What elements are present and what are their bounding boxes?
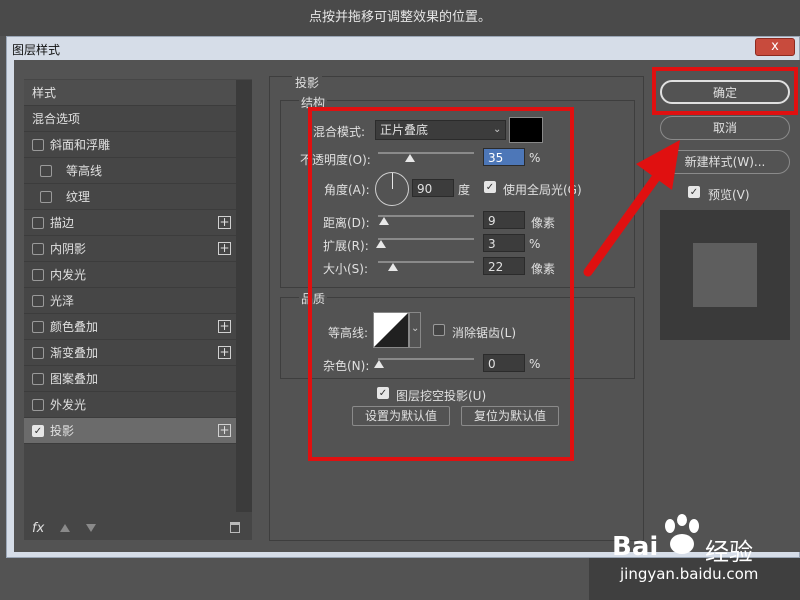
style-item-drop-shadow[interactable]: 投影 [24, 418, 236, 444]
move-up-icon[interactable] [60, 524, 70, 532]
style-item-label: 等高线 [66, 164, 103, 178]
move-down-icon[interactable] [86, 524, 96, 532]
watermark-brand2: 经验 [705, 538, 753, 566]
close-button[interactable]: x [755, 38, 795, 56]
style-item-stroke[interactable]: 描边 [24, 210, 236, 236]
preview-label: 预览(V) [708, 188, 750, 202]
style-item-label: 斜面和浮雕 [50, 138, 111, 152]
stroke-checkbox[interactable] [32, 217, 44, 229]
style-item-label: 描边 [50, 216, 75, 230]
inner-shadow-checkbox[interactable] [32, 243, 44, 255]
outer-glow-checkbox[interactable] [32, 399, 44, 411]
highlight-box-settings [308, 107, 574, 461]
style-item-texture[interactable]: 纹理 [24, 184, 236, 210]
styles-header[interactable]: 样式 [24, 80, 236, 106]
style-item-label: 光泽 [50, 294, 75, 308]
style-item-inner-glow[interactable]: 内发光 [24, 262, 236, 288]
panel-title: 投影 [292, 74, 323, 91]
paw-logo-icon [665, 514, 699, 554]
add-drop-shadow-icon[interactable]: + [218, 424, 231, 437]
style-item-outer-glow[interactable]: 外发光 [24, 392, 236, 418]
style-item-gradient-overlay[interactable]: 渐变叠加 [24, 340, 236, 366]
dialog-title: 图层样式 [12, 43, 61, 57]
pattern-overlay-checkbox[interactable] [32, 373, 44, 385]
add-gradient-overlay-icon[interactable]: + [218, 346, 231, 359]
blend-options-item[interactable]: 混合选项 [24, 106, 236, 132]
hint-bar: 点按并拖移可调整效果的位置。 [0, 0, 800, 36]
watermark-url: jingyan.baidu.com [620, 565, 759, 583]
trash-icon[interactable] [230, 522, 240, 533]
style-item-label: 纹理 [66, 190, 91, 204]
add-stroke-icon[interactable]: + [218, 216, 231, 229]
style-item-pattern-overlay[interactable]: 图案叠加 [24, 366, 236, 392]
inner-glow-checkbox[interactable] [32, 269, 44, 281]
watermark-brand: Bai [612, 532, 659, 562]
contour-checkbox[interactable] [40, 165, 52, 177]
fx-icon[interactable]: fx [32, 521, 44, 536]
style-item-bevel[interactable]: 斜面和浮雕 [24, 132, 236, 158]
style-item-label: 图案叠加 [50, 372, 99, 386]
add-color-overlay-icon[interactable]: + [218, 320, 231, 333]
bevel-checkbox[interactable] [32, 139, 44, 151]
red-arrow-annotation [583, 140, 680, 277]
color-overlay-checkbox[interactable] [32, 321, 44, 333]
style-item-label: 颜色叠加 [50, 320, 99, 334]
style-item-label: 渐变叠加 [50, 346, 99, 360]
highlight-box-ok [652, 67, 798, 115]
preview-shape [693, 243, 757, 307]
gradient-overlay-checkbox[interactable] [32, 347, 44, 359]
drop-shadow-checkbox[interactable]: ✓ [32, 425, 44, 437]
styles-list-scrollbar[interactable] [236, 80, 252, 512]
style-item-contour[interactable]: 等高线 [24, 158, 236, 184]
style-item-label: 外发光 [50, 398, 87, 412]
style-item-color-overlay[interactable]: 颜色叠加 [24, 314, 236, 340]
style-item-satin[interactable]: 光泽 [24, 288, 236, 314]
style-item-inner-shadow[interactable]: 内阴影 [24, 236, 236, 262]
style-item-label: 内阴影 [50, 242, 87, 256]
texture-checkbox[interactable] [40, 191, 52, 203]
style-item-label: 内发光 [50, 268, 87, 282]
add-inner-shadow-icon[interactable]: + [218, 242, 231, 255]
style-item-label: 投影 [50, 424, 75, 438]
satin-checkbox[interactable] [32, 295, 44, 307]
